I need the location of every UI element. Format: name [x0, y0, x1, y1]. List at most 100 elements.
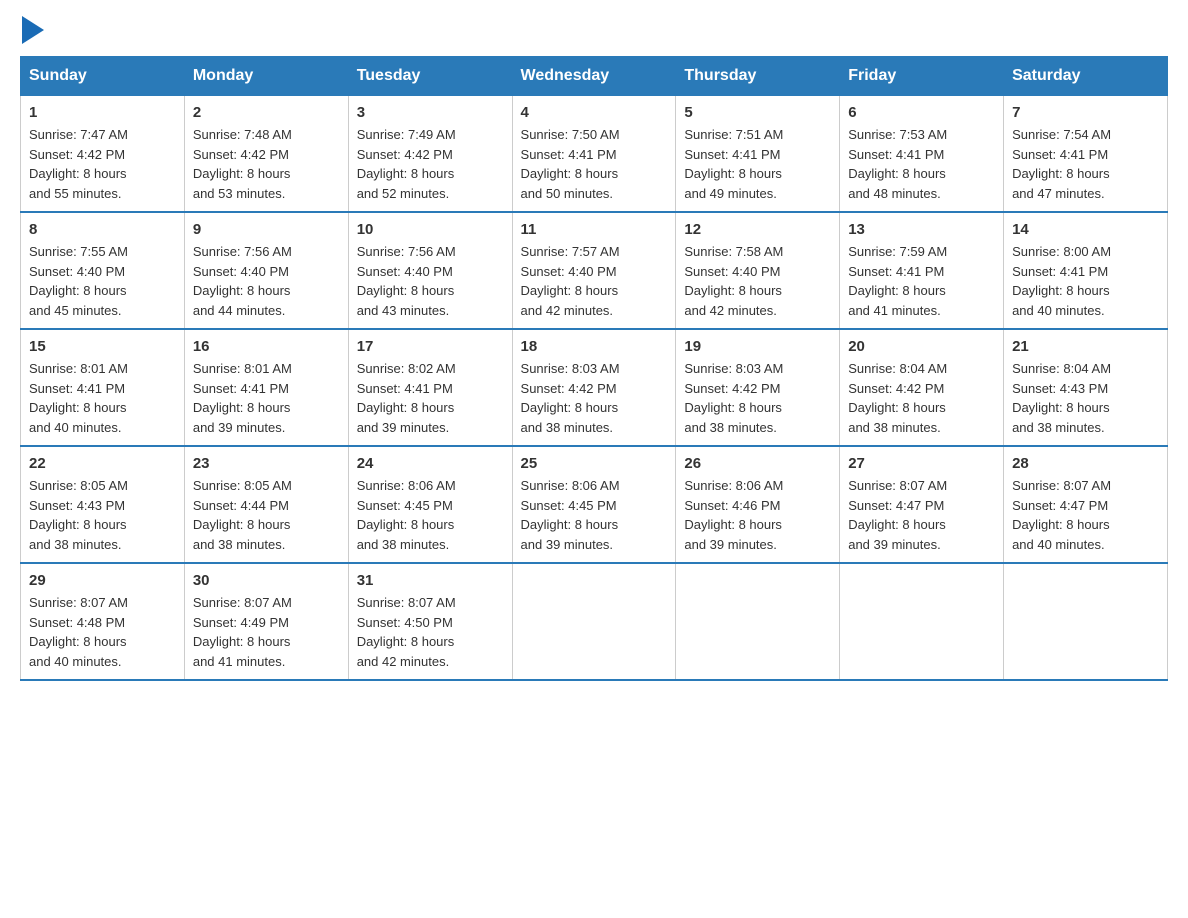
day-info: Sunrise: 8:07 AM Sunset: 4:50 PM Dayligh… [357, 593, 504, 671]
day-number: 30 [193, 572, 340, 589]
calendar-day-cell: 3 Sunrise: 7:49 AM Sunset: 4:42 PM Dayli… [348, 96, 512, 213]
calendar-day-cell: 9 Sunrise: 7:56 AM Sunset: 4:40 PM Dayli… [184, 212, 348, 329]
header-sunday: Sunday [21, 57, 185, 96]
day-info: Sunrise: 8:03 AM Sunset: 4:42 PM Dayligh… [684, 359, 831, 437]
day-number: 21 [1012, 338, 1159, 355]
day-number: 1 [29, 104, 176, 121]
day-info: Sunrise: 8:00 AM Sunset: 4:41 PM Dayligh… [1012, 242, 1159, 320]
day-number: 13 [848, 221, 995, 238]
day-info: Sunrise: 8:04 AM Sunset: 4:42 PM Dayligh… [848, 359, 995, 437]
day-info: Sunrise: 8:06 AM Sunset: 4:46 PM Dayligh… [684, 476, 831, 554]
week-row-3: 15 Sunrise: 8:01 AM Sunset: 4:41 PM Dayl… [21, 329, 1168, 446]
day-number: 19 [684, 338, 831, 355]
day-number: 18 [521, 338, 668, 355]
day-info: Sunrise: 8:01 AM Sunset: 4:41 PM Dayligh… [193, 359, 340, 437]
day-info: Sunrise: 8:02 AM Sunset: 4:41 PM Dayligh… [357, 359, 504, 437]
calendar-day-cell: 24 Sunrise: 8:06 AM Sunset: 4:45 PM Dayl… [348, 446, 512, 563]
day-number: 6 [848, 104, 995, 121]
calendar-day-cell: 27 Sunrise: 8:07 AM Sunset: 4:47 PM Dayl… [840, 446, 1004, 563]
calendar-day-cell: 26 Sunrise: 8:06 AM Sunset: 4:46 PM Dayl… [676, 446, 840, 563]
day-number: 12 [684, 221, 831, 238]
day-number: 7 [1012, 104, 1159, 121]
day-number: 15 [29, 338, 176, 355]
calendar-day-cell [676, 563, 840, 680]
day-number: 27 [848, 455, 995, 472]
day-info: Sunrise: 7:56 AM Sunset: 4:40 PM Dayligh… [193, 242, 340, 320]
day-info: Sunrise: 8:06 AM Sunset: 4:45 PM Dayligh… [521, 476, 668, 554]
day-info: Sunrise: 8:07 AM Sunset: 4:47 PM Dayligh… [1012, 476, 1159, 554]
calendar-day-cell: 30 Sunrise: 8:07 AM Sunset: 4:49 PM Dayl… [184, 563, 348, 680]
calendar-day-cell: 18 Sunrise: 8:03 AM Sunset: 4:42 PM Dayl… [512, 329, 676, 446]
day-info: Sunrise: 7:51 AM Sunset: 4:41 PM Dayligh… [684, 125, 831, 203]
calendar-day-cell: 4 Sunrise: 7:50 AM Sunset: 4:41 PM Dayli… [512, 96, 676, 213]
day-info: Sunrise: 7:59 AM Sunset: 4:41 PM Dayligh… [848, 242, 995, 320]
calendar-day-cell: 12 Sunrise: 7:58 AM Sunset: 4:40 PM Dayl… [676, 212, 840, 329]
day-info: Sunrise: 8:07 AM Sunset: 4:49 PM Dayligh… [193, 593, 340, 671]
day-number: 24 [357, 455, 504, 472]
calendar-day-cell: 22 Sunrise: 8:05 AM Sunset: 4:43 PM Dayl… [21, 446, 185, 563]
calendar-day-cell: 6 Sunrise: 7:53 AM Sunset: 4:41 PM Dayli… [840, 96, 1004, 213]
calendar-day-cell: 10 Sunrise: 7:56 AM Sunset: 4:40 PM Dayl… [348, 212, 512, 329]
day-number: 11 [521, 221, 668, 238]
calendar-day-cell: 23 Sunrise: 8:05 AM Sunset: 4:44 PM Dayl… [184, 446, 348, 563]
day-number: 16 [193, 338, 340, 355]
week-row-4: 22 Sunrise: 8:05 AM Sunset: 4:43 PM Dayl… [21, 446, 1168, 563]
week-row-5: 29 Sunrise: 8:07 AM Sunset: 4:48 PM Dayl… [21, 563, 1168, 680]
calendar-table: SundayMondayTuesdayWednesdayThursdayFrid… [20, 56, 1168, 681]
day-number: 17 [357, 338, 504, 355]
day-info: Sunrise: 7:55 AM Sunset: 4:40 PM Dayligh… [29, 242, 176, 320]
calendar-day-cell: 19 Sunrise: 8:03 AM Sunset: 4:42 PM Dayl… [676, 329, 840, 446]
day-info: Sunrise: 8:06 AM Sunset: 4:45 PM Dayligh… [357, 476, 504, 554]
day-number: 26 [684, 455, 831, 472]
header-monday: Monday [184, 57, 348, 96]
day-number: 9 [193, 221, 340, 238]
logo-triangle-icon [22, 16, 44, 44]
day-number: 20 [848, 338, 995, 355]
day-info: Sunrise: 7:57 AM Sunset: 4:40 PM Dayligh… [521, 242, 668, 320]
day-info: Sunrise: 8:07 AM Sunset: 4:47 PM Dayligh… [848, 476, 995, 554]
page-header [20, 20, 1168, 44]
day-number: 25 [521, 455, 668, 472]
day-number: 10 [357, 221, 504, 238]
day-number: 31 [357, 572, 504, 589]
calendar-day-cell [840, 563, 1004, 680]
day-info: Sunrise: 7:48 AM Sunset: 4:42 PM Dayligh… [193, 125, 340, 203]
calendar-day-cell: 29 Sunrise: 8:07 AM Sunset: 4:48 PM Dayl… [21, 563, 185, 680]
day-number: 14 [1012, 221, 1159, 238]
day-info: Sunrise: 8:05 AM Sunset: 4:43 PM Dayligh… [29, 476, 176, 554]
calendar-day-cell: 15 Sunrise: 8:01 AM Sunset: 4:41 PM Dayl… [21, 329, 185, 446]
week-row-1: 1 Sunrise: 7:47 AM Sunset: 4:42 PM Dayli… [21, 96, 1168, 213]
calendar-day-cell: 20 Sunrise: 8:04 AM Sunset: 4:42 PM Dayl… [840, 329, 1004, 446]
calendar-day-cell: 17 Sunrise: 8:02 AM Sunset: 4:41 PM Dayl… [348, 329, 512, 446]
day-info: Sunrise: 7:56 AM Sunset: 4:40 PM Dayligh… [357, 242, 504, 320]
day-number: 22 [29, 455, 176, 472]
calendar-day-cell: 11 Sunrise: 7:57 AM Sunset: 4:40 PM Dayl… [512, 212, 676, 329]
header-friday: Friday [840, 57, 1004, 96]
calendar-day-cell: 7 Sunrise: 7:54 AM Sunset: 4:41 PM Dayli… [1004, 96, 1168, 213]
calendar-day-cell: 2 Sunrise: 7:48 AM Sunset: 4:42 PM Dayli… [184, 96, 348, 213]
day-info: Sunrise: 8:04 AM Sunset: 4:43 PM Dayligh… [1012, 359, 1159, 437]
calendar-day-cell: 21 Sunrise: 8:04 AM Sunset: 4:43 PM Dayl… [1004, 329, 1168, 446]
day-number: 29 [29, 572, 176, 589]
day-number: 23 [193, 455, 340, 472]
calendar-day-cell: 13 Sunrise: 7:59 AM Sunset: 4:41 PM Dayl… [840, 212, 1004, 329]
day-info: Sunrise: 8:05 AM Sunset: 4:44 PM Dayligh… [193, 476, 340, 554]
calendar-header-row: SundayMondayTuesdayWednesdayThursdayFrid… [21, 57, 1168, 96]
day-number: 5 [684, 104, 831, 121]
calendar-day-cell: 1 Sunrise: 7:47 AM Sunset: 4:42 PM Dayli… [21, 96, 185, 213]
day-info: Sunrise: 7:58 AM Sunset: 4:40 PM Dayligh… [684, 242, 831, 320]
calendar-day-cell: 5 Sunrise: 7:51 AM Sunset: 4:41 PM Dayli… [676, 96, 840, 213]
day-info: Sunrise: 7:53 AM Sunset: 4:41 PM Dayligh… [848, 125, 995, 203]
calendar-day-cell: 28 Sunrise: 8:07 AM Sunset: 4:47 PM Dayl… [1004, 446, 1168, 563]
day-number: 28 [1012, 455, 1159, 472]
day-info: Sunrise: 7:54 AM Sunset: 4:41 PM Dayligh… [1012, 125, 1159, 203]
calendar-day-cell [512, 563, 676, 680]
calendar-day-cell: 16 Sunrise: 8:01 AM Sunset: 4:41 PM Dayl… [184, 329, 348, 446]
header-thursday: Thursday [676, 57, 840, 96]
day-number: 3 [357, 104, 504, 121]
header-saturday: Saturday [1004, 57, 1168, 96]
day-number: 8 [29, 221, 176, 238]
calendar-day-cell: 31 Sunrise: 8:07 AM Sunset: 4:50 PM Dayl… [348, 563, 512, 680]
day-number: 4 [521, 104, 668, 121]
day-info: Sunrise: 7:47 AM Sunset: 4:42 PM Dayligh… [29, 125, 176, 203]
